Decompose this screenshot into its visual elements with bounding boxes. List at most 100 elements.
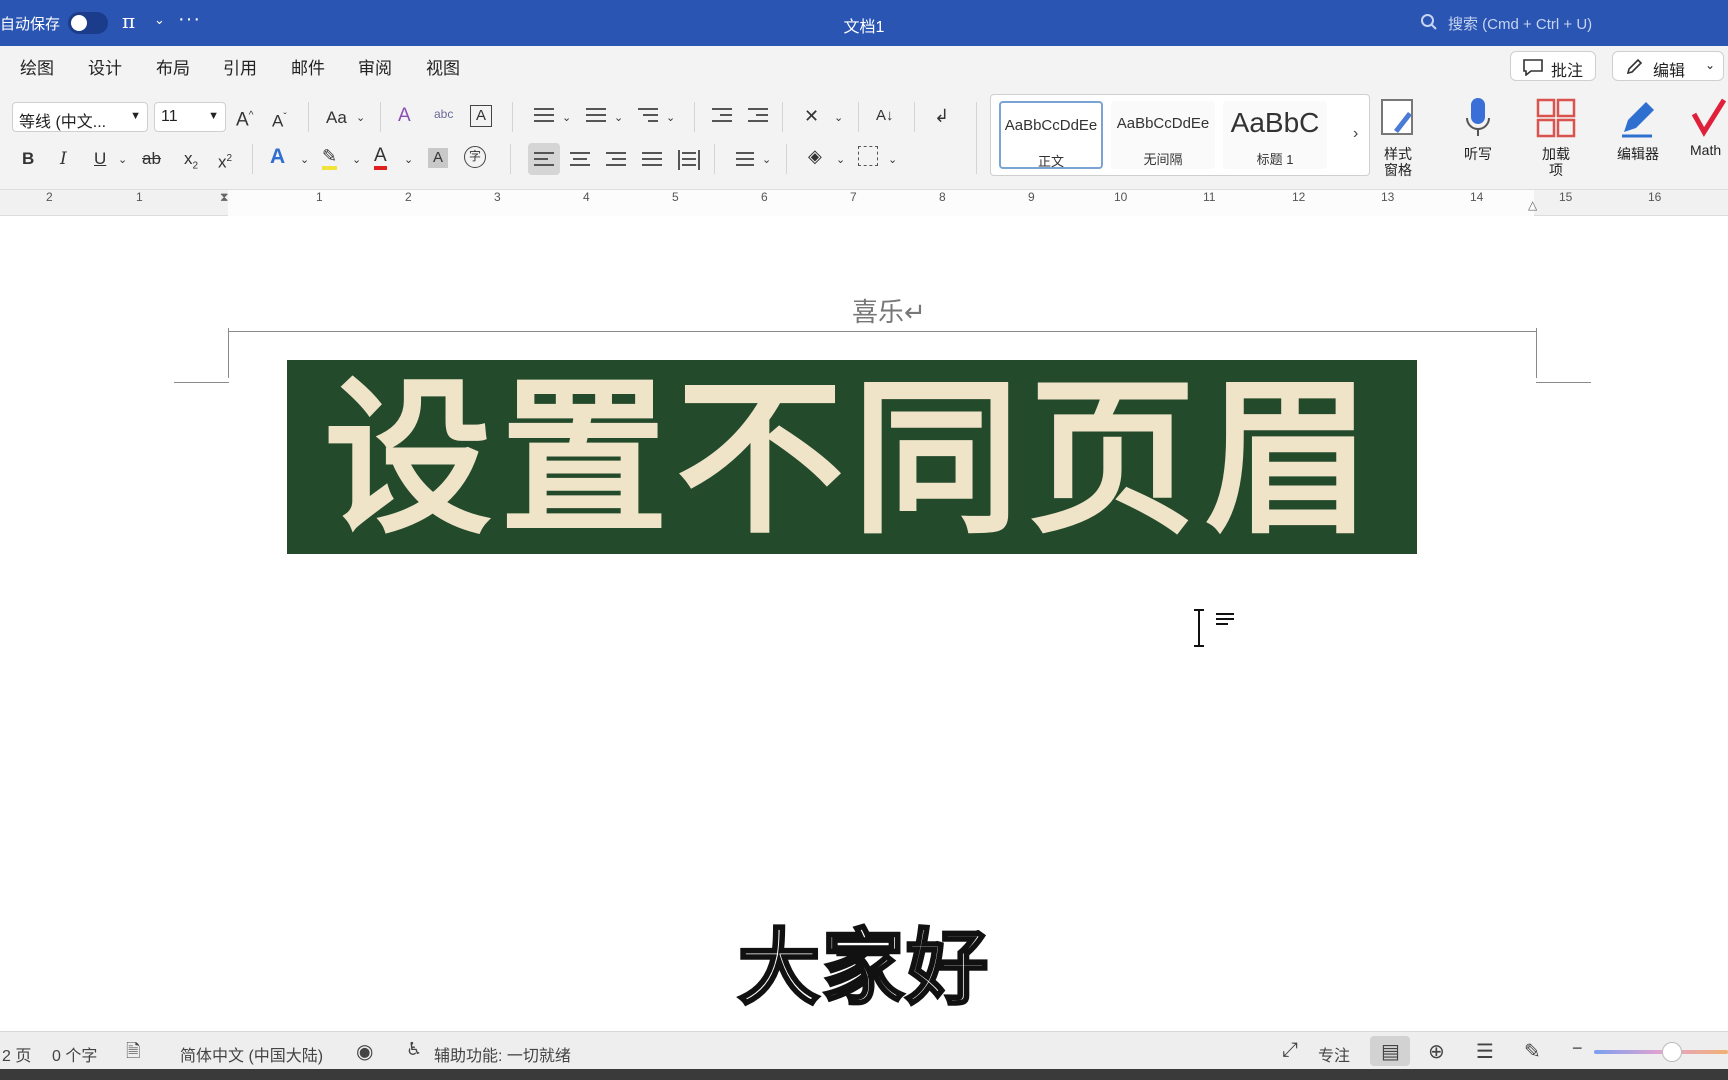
horizontal-ruler[interactable]: 2 1 ⧗ 1 2 3 4 5 6 7 8 9 10 11 12 13 14 △… — [0, 190, 1728, 216]
search-input[interactable]: 搜索 (Cmd + Ctrl + U) — [1448, 13, 1592, 34]
addins-icon — [1536, 98, 1576, 138]
chevron-down-icon[interactable]: ⌄ — [356, 108, 365, 128]
chevron-down-icon[interactable]: ⌄ — [836, 150, 845, 170]
character-shading-icon[interactable]: A — [428, 148, 448, 168]
increase-indent-icon[interactable] — [748, 108, 768, 126]
right-indent-marker[interactable]: △ — [1528, 198, 1537, 212]
font-size-select[interactable]: 11 ▼ — [154, 102, 226, 132]
page-count[interactable]: 2 页 — [2, 1042, 31, 1066]
chevron-down-icon[interactable]: ⌄ — [834, 108, 843, 128]
chevron-right-icon[interactable]: › — [1353, 125, 1358, 143]
indent-marker[interactable]: ⧗ — [220, 190, 228, 205]
style-normal[interactable]: AaBbCcDdEe 正文 — [999, 101, 1103, 169]
title-banner: 设置不同页眉 — [287, 360, 1417, 554]
editor-button[interactable]: 编辑器 — [1610, 94, 1666, 162]
shading-icon[interactable]: ◈ — [808, 146, 822, 166]
chevron-down-icon[interactable]: ⌄ — [118, 150, 127, 170]
addins-button[interactable]: 加载 项 — [1534, 94, 1578, 178]
font-name-value: 等线 (中文... — [19, 114, 107, 131]
tab-layout[interactable]: 布局 — [156, 54, 190, 79]
borders-icon[interactable] — [858, 146, 878, 166]
decrease-indent-icon[interactable] — [712, 108, 732, 126]
multilevel-list-icon[interactable] — [638, 108, 658, 126]
shrink-font-icon[interactable]: Aˇ — [272, 108, 287, 132]
proofing-icon[interactable]: 🗎 — [126, 1039, 140, 1069]
align-center-icon[interactable] — [570, 152, 590, 170]
zoom-out-icon[interactable]: − — [1572, 1038, 1583, 1059]
font-name-select[interactable]: 等线 (中文... ▼ — [12, 102, 148, 132]
sort-icon[interactable]: A↓ — [876, 106, 894, 126]
style-no-spacing[interactable]: AaBbCcDdEe 无间隔 — [1111, 101, 1215, 169]
tab-draw[interactable]: 绘图 — [20, 54, 54, 79]
styles-pane-button[interactable]: 样式 窗格 — [1376, 94, 1420, 178]
focus-label[interactable]: 专注 — [1318, 1042, 1350, 1066]
show-paragraph-marks-icon[interactable]: ↲ — [934, 106, 949, 126]
superscript-button[interactable]: x2 — [218, 149, 232, 173]
text-effects-icon[interactable]: A — [270, 146, 285, 167]
header-text[interactable]: 喜乐↵ — [852, 292, 926, 329]
zoom-slider-handle[interactable] — [1661, 1042, 1682, 1062]
separator — [252, 144, 253, 174]
ruler-number: 11 — [1203, 190, 1216, 204]
tab-mailings[interactable]: 邮件 — [291, 54, 325, 79]
character-border-icon[interactable]: A — [470, 105, 492, 127]
accessibility-status[interactable]: 辅助功能: 一切就绪 — [434, 1042, 571, 1066]
separator — [512, 102, 513, 132]
phonetic-guide-icon[interactable]: abc — [434, 104, 453, 124]
clear-formatting-icon[interactable]: A — [398, 106, 411, 126]
language-indicator[interactable]: 简体中文 (中国大陆) — [180, 1042, 323, 1066]
distributed-icon[interactable] — [678, 150, 700, 170]
accessibility-icon[interactable]: ♿ — [406, 1039, 422, 1060]
chevron-down-icon[interactable]: ⌄ — [562, 108, 571, 128]
math-button[interactable]: Math — [1690, 94, 1728, 158]
align-right-icon[interactable] — [606, 152, 626, 170]
chevron-down-icon[interactable]: ⌄ — [300, 150, 309, 170]
outline-view-icon[interactable]: ☰ — [1476, 1039, 1494, 1064]
highlight-icon[interactable]: ✎ — [322, 146, 338, 170]
italic-button[interactable]: I — [60, 149, 67, 169]
chevron-down-icon[interactable]: ⌄ — [404, 150, 413, 170]
underline-button[interactable]: U — [94, 149, 106, 169]
enclose-characters-icon[interactable]: 字 — [464, 146, 486, 168]
web-layout-icon[interactable]: ⊕ — [1428, 1039, 1445, 1064]
tab-design[interactable]: 设计 — [88, 54, 122, 79]
separator — [510, 144, 511, 174]
macro-record-icon[interactable]: ◉ — [356, 1039, 373, 1064]
line-spacing-icon[interactable] — [736, 152, 754, 170]
change-case-button[interactable]: Aa — [326, 108, 347, 128]
bold-button[interactable]: B — [22, 149, 34, 169]
chevron-down-icon[interactable]: ⌄ — [614, 108, 623, 128]
chevron-down-icon[interactable]: ⌄ — [352, 150, 361, 170]
search-icon[interactable] — [1420, 13, 1438, 31]
grow-font-icon[interactable]: A^ — [236, 106, 253, 130]
chevron-down-icon[interactable]: ⌄ — [666, 108, 675, 128]
document-page[interactable]: 喜乐↵ 设置不同页眉 大家好 — [0, 216, 1728, 1031]
style-heading-1[interactable]: AaBbC 标题 1 — [1223, 101, 1327, 169]
ruler-number: 5 — [672, 190, 679, 204]
ruler-number: 10 — [1114, 190, 1128, 204]
draft-view-icon[interactable]: ✎ — [1524, 1039, 1541, 1064]
style-sample: AaBbCcDdEe — [1116, 115, 1210, 132]
editing-mode-button[interactable]: 编辑 ⌄ — [1612, 51, 1724, 81]
justify-icon[interactable] — [642, 152, 662, 170]
chevron-down-icon[interactable]: ⌄ — [888, 150, 897, 170]
ruler-number: 16 — [1648, 190, 1662, 204]
word-count[interactable]: 0 个字 — [52, 1042, 97, 1066]
asian-layout-icon[interactable]: ✕ — [804, 106, 819, 126]
bullets-icon[interactable] — [534, 108, 554, 126]
comment-button[interactable]: 批注 — [1510, 51, 1596, 81]
focus-icon[interactable]: ⤢ — [1282, 1039, 1298, 1062]
tab-references[interactable]: 引用 — [223, 54, 257, 79]
separator — [786, 144, 787, 174]
numbering-icon[interactable] — [586, 108, 606, 126]
tab-view[interactable]: 视图 — [426, 54, 460, 79]
print-layout-icon[interactable]: ▤ — [1381, 1039, 1400, 1064]
align-left-icon[interactable] — [534, 152, 554, 170]
subscript-button[interactable]: x2 — [184, 149, 198, 176]
font-color-icon[interactable]: A — [374, 146, 387, 170]
dictate-button[interactable]: 听写 — [1456, 94, 1500, 162]
tab-review[interactable]: 审阅 — [358, 54, 392, 79]
ruler-text-area — [228, 190, 1534, 216]
strikethrough-button[interactable]: ab — [142, 149, 161, 169]
chevron-down-icon[interactable]: ⌄ — [762, 150, 771, 170]
